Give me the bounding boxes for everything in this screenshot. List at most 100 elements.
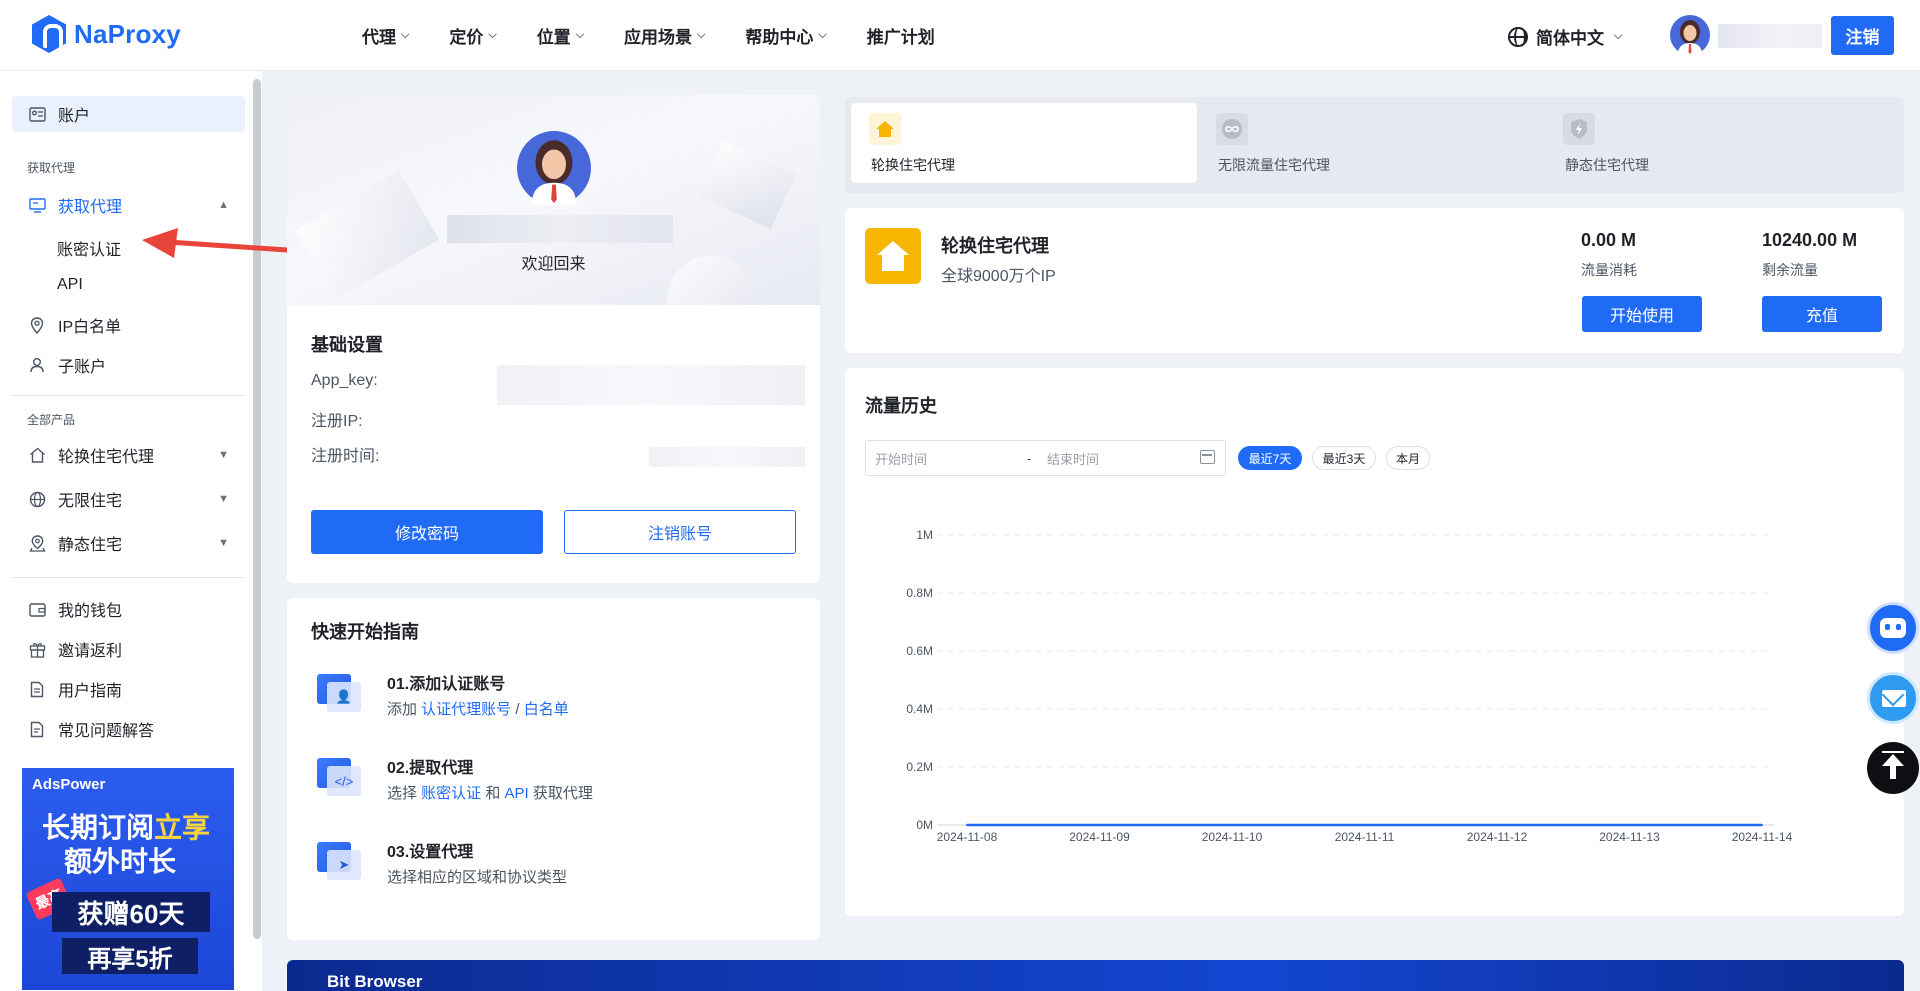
y-tick-label: 0.4M (906, 702, 933, 716)
nav-affiliate[interactable]: 推广计划 (867, 23, 935, 48)
sidebar-divider (12, 577, 245, 578)
infinity-icon (1216, 113, 1248, 145)
sidebar-item-unlimited-residential[interactable]: 无限住宅 ▼ (12, 481, 245, 517)
email-button[interactable] (1867, 672, 1919, 724)
ad-offer-1: 获赠60天 (52, 892, 210, 932)
sidebar-item-sub-account[interactable]: 子账户 (12, 347, 245, 383)
recharge-button[interactable]: 充值 (1762, 296, 1882, 332)
y-tick-label: 0.6M (906, 644, 933, 658)
sidebar-subitem-api[interactable]: API (57, 276, 83, 294)
desc-text: 添加 (387, 701, 422, 718)
add-account-icon: 👤 (317, 670, 363, 712)
product-subtitle: 全球9000万个IP (941, 268, 1056, 285)
sidebar-item-get-proxy[interactable]: 获取代理 ▲ (12, 187, 245, 223)
guide-step-title: 03.设置代理 (387, 844, 474, 861)
question-doc-icon (26, 718, 48, 740)
decorative-shape (698, 140, 796, 230)
desc-text: / (511, 701, 524, 718)
y-tick-label: 0M (916, 818, 933, 832)
tab-rotating-residential[interactable]: 轮换住宅代理 (851, 103, 1197, 183)
sidebar-scrollbar[interactable] (253, 79, 261, 939)
nav-pricing[interactable]: 定价 ⌵ (449, 23, 496, 48)
sidebar-item-static-residential[interactable]: 静态住宅 ▼ (12, 525, 245, 561)
traffic-history-card: 流量历史 开始时间 - 结束时间 最近7天 最近3天 本月 0M 0.2M 0.4M… (845, 368, 1904, 916)
chevron-down-icon: ⌵ (575, 29, 585, 41)
caret-down-icon: ▼ (218, 537, 229, 549)
house-icon (865, 228, 921, 284)
nav-label: 定价 (449, 28, 484, 47)
sidebar-item-label: 静态住宅 (58, 537, 123, 554)
guide-step-desc: 添加 认证代理账号 / 白名单 (387, 698, 569, 719)
sidebar-item-faq[interactable]: 常见问题解答 (12, 711, 245, 747)
ad-headline-highlight: 立享 (154, 812, 211, 843)
brand-logo[interactable]: NaProxy (32, 15, 181, 53)
x-tick-label: 2024-11-10 (1202, 830, 1263, 844)
user-icon (26, 354, 48, 376)
x-tick-label: 2024-11-13 (1599, 830, 1660, 844)
nav-proxy[interactable]: 代理 ⌵ (362, 23, 409, 48)
data-point (966, 824, 968, 826)
ad-headline-part: 长期订阅 (42, 812, 155, 843)
nav-locations[interactable]: 位置 ⌵ (537, 23, 584, 48)
sidebar-item-rotating-residential[interactable]: 轮换住宅代理 ▼ (12, 437, 245, 473)
data-point (1363, 824, 1366, 826)
section-label-all-products: 全部产品 (27, 413, 76, 427)
nav-use-cases[interactable]: 应用场景 ⌵ (624, 23, 705, 48)
user-avatar[interactable] (1670, 15, 1710, 55)
data-point (1098, 824, 1101, 826)
sidebar-item-account[interactable]: 账户 (12, 96, 245, 132)
nav-help-center[interactable]: 帮助中心 ⌵ (745, 23, 826, 48)
x-tick-label: 2024-11-14 (1732, 830, 1793, 844)
logout-button[interactable]: 注销 (1831, 16, 1894, 55)
back-to-top-button[interactable] (1867, 742, 1919, 794)
guide-step-title: 02.提取代理 (387, 760, 474, 777)
brand-name: NaProxy (74, 18, 181, 49)
arrow-up-icon (1882, 751, 1904, 753)
decorative-shape (295, 170, 439, 300)
code-icon: </> (317, 754, 363, 796)
traffic-line-chart: 0M 0.2M 0.4M 0.6M 0.8M 1M 2024-11-08 2024-11-09… (906, 528, 1793, 844)
tab-unlimited-residential[interactable]: 无限流量住宅代理 (1198, 103, 1544, 183)
section-label-get-proxy: 获取代理 (27, 161, 76, 175)
welcome-text: 欢迎回来 (521, 256, 586, 273)
change-password-button[interactable]: 修改密码 (311, 510, 543, 554)
chevron-down-icon: ⌵ (1614, 30, 1623, 42)
link-auth-proxy-account[interactable]: 认证代理账号 (421, 701, 511, 718)
start-using-button[interactable]: 开始使用 (1582, 296, 1702, 332)
link-password-auth[interactable]: 账密认证 (421, 785, 481, 802)
chat-bot-button[interactable] (1867, 602, 1919, 654)
register-time-value-redacted (649, 447, 805, 467)
delete-account-button[interactable]: 注销账号 (564, 510, 796, 554)
y-tick-label: 0.8M (906, 586, 933, 600)
basic-settings-title: 基础设置 (311, 335, 383, 355)
sidebar-subitem-password-auth[interactable]: 账密认证 (57, 236, 121, 260)
bitbrowser-ad-banner[interactable]: Bit Browser (287, 960, 1904, 991)
sidebar-item-wallet[interactable]: 我的钱包 (12, 591, 245, 627)
product-summary-card: 轮换住宅代理 全球9000万个IP 0.00 M 流量消耗 10240.00 M… (845, 208, 1904, 353)
tab-static-residential[interactable]: 静态住宅代理 (1545, 103, 1891, 183)
monitor-icon (26, 194, 48, 216)
tab-label: 静态住宅代理 (1565, 157, 1649, 173)
house-icon (26, 444, 48, 466)
sidebar-item-ip-whitelist[interactable]: IP白名单 (12, 307, 245, 343)
sidebar-item-label: 子账户 (58, 359, 107, 376)
traffic-used-value: 0.00 M (1581, 230, 1637, 250)
x-tick-label: 2024-11-08 (937, 830, 998, 844)
caret-up-icon: ▲ (218, 199, 229, 211)
sidebar-item-label: 邀请返利 (58, 643, 123, 660)
link-whitelist[interactable]: 白名单 (524, 701, 569, 718)
house-icon (869, 113, 901, 145)
product-name: 轮换住宅代理 (941, 236, 1049, 256)
nav-label: 帮助中心 (745, 28, 814, 47)
account-card-icon (26, 103, 48, 125)
data-point (1496, 824, 1498, 826)
adspower-ad-banner[interactable]: AdsPower 长期订阅立享 额外时长 最高 获赠60天 再享5折 (22, 768, 234, 990)
desc-text: 选择 (387, 785, 422, 802)
nav-label: 应用场景 (624, 28, 693, 47)
language-selector[interactable]: 简体中文 ⌵ (1508, 24, 1622, 49)
sidebar-item-user-guide[interactable]: 用户指南 (12, 671, 245, 707)
sidebar-item-invite[interactable]: 邀请返利 (12, 631, 245, 667)
link-api[interactable]: API (505, 785, 529, 802)
globe-icon (1508, 26, 1528, 47)
x-tick-label: 2024-11-11 (1335, 830, 1395, 844)
